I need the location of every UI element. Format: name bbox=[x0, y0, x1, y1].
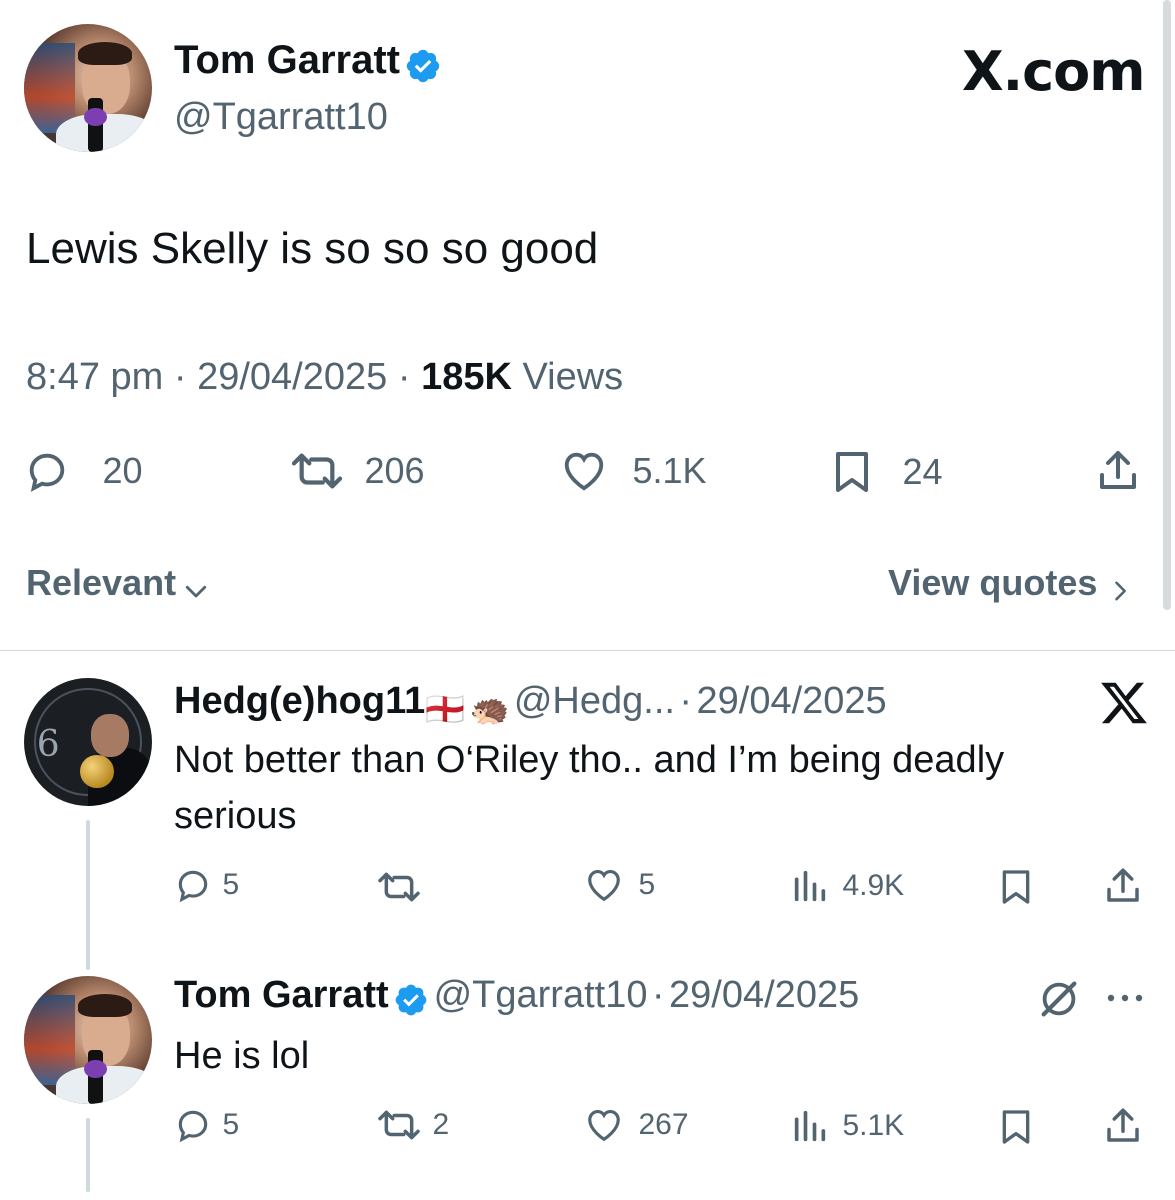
tweet-time[interactable]: 8:47 pm bbox=[26, 356, 163, 398]
england-flag: 🏴󠁧󠁢󠁥󠁮󠁧󠁿 bbox=[425, 690, 466, 727]
views-count: 185K bbox=[421, 356, 512, 398]
repost-count: 206 bbox=[364, 450, 425, 491]
bookmark-count: 24 bbox=[902, 451, 943, 492]
heart-icon bbox=[582, 866, 626, 904]
reply-count: 5 bbox=[222, 1108, 240, 1141]
repost-icon bbox=[288, 448, 346, 494]
author-avatar[interactable] bbox=[24, 24, 152, 152]
bookmark-icon bbox=[996, 866, 1036, 908]
separator: · bbox=[173, 356, 187, 398]
like-count: 267 bbox=[638, 1108, 689, 1141]
reply-author-handle[interactable]: @Tgarratt10 bbox=[434, 974, 648, 1016]
heart-icon bbox=[582, 1106, 626, 1144]
like-button[interactable]: 267 bbox=[582, 1106, 689, 1144]
reply-count: 5 bbox=[222, 868, 240, 901]
view-quotes-link[interactable]: View quotes bbox=[888, 562, 1134, 606]
bookmark-icon bbox=[996, 1106, 1036, 1148]
repost-icon bbox=[374, 868, 424, 906]
share-button[interactable] bbox=[1102, 864, 1144, 908]
repost-count: 2 bbox=[432, 1108, 450, 1141]
reply-author-name[interactable]: Hedg(e)hog11 bbox=[174, 680, 425, 722]
share-button[interactable] bbox=[1094, 446, 1142, 496]
reply-count: 20 bbox=[102, 450, 143, 491]
reply-author-handle[interactable]: @Hedg... bbox=[514, 680, 675, 722]
thread-line bbox=[86, 1118, 90, 1192]
tweet-meta: 8:47 pm · 29/04/2025 · 185K Views bbox=[26, 356, 623, 399]
scrollbar[interactable] bbox=[1163, 0, 1171, 610]
separator: · bbox=[397, 356, 411, 398]
reply-text: He is lol bbox=[174, 1035, 310, 1077]
bookmark-button[interactable]: 24 bbox=[828, 448, 943, 496]
share-icon bbox=[1102, 1104, 1144, 1148]
views-icon bbox=[790, 1106, 830, 1146]
reply-avatar[interactable] bbox=[24, 976, 152, 1104]
reply-icon bbox=[174, 1106, 212, 1144]
sort-label: Relevant bbox=[26, 562, 177, 603]
reply-text: Not better than O‘Riley tho.. and I’m be… bbox=[174, 739, 1005, 837]
reply-button[interactable]: 5 bbox=[174, 1106, 239, 1144]
divider bbox=[0, 650, 1175, 651]
share-button[interactable] bbox=[1102, 1104, 1144, 1148]
tweet-text: Lewis Skelly is so so so good bbox=[26, 224, 599, 273]
reply-avatar[interactable]: 6 bbox=[24, 678, 152, 806]
share-icon bbox=[1094, 446, 1142, 496]
views-button[interactable]: 4.9K bbox=[790, 866, 904, 906]
repost-button[interactable]: 206 bbox=[288, 448, 425, 494]
repost-button[interactable] bbox=[374, 868, 424, 906]
sort-dropdown[interactable]: Relevant bbox=[26, 562, 211, 606]
like-count: 5.1K bbox=[632, 450, 707, 491]
like-count: 5 bbox=[638, 868, 656, 901]
x-logo-icon: X.com bbox=[962, 40, 1146, 103]
author-name[interactable]: Tom Garratt bbox=[174, 38, 400, 82]
separator: · bbox=[651, 974, 665, 1016]
reply-date[interactable]: 29/04/2025 bbox=[697, 680, 887, 722]
chevron-down-icon bbox=[181, 576, 211, 606]
hedgehog-emoji: 🦔 bbox=[469, 690, 510, 727]
chevron-right-icon bbox=[1106, 576, 1134, 606]
views-button[interactable]: 5.1K bbox=[790, 1106, 904, 1146]
thread-line bbox=[86, 820, 90, 970]
like-button[interactable]: 5 bbox=[582, 866, 655, 904]
views-label: Views bbox=[522, 356, 624, 398]
more-icon[interactable] bbox=[1104, 990, 1146, 1011]
verified-badge-icon bbox=[393, 982, 429, 1023]
reply-button[interactable]: 5 bbox=[174, 866, 239, 904]
views-icon bbox=[790, 866, 830, 906]
views-count: 4.9K bbox=[842, 869, 905, 902]
reply-author-name[interactable]: Tom Garratt bbox=[174, 974, 389, 1016]
tweet-date[interactable]: 29/04/2025 bbox=[197, 356, 387, 398]
reply-icon bbox=[24, 448, 70, 494]
reply-date[interactable]: 29/04/2025 bbox=[669, 974, 859, 1016]
reply-button[interactable]: 20 bbox=[24, 448, 143, 494]
bookmark-icon bbox=[828, 448, 876, 496]
bookmark-button[interactable] bbox=[996, 866, 1036, 908]
reply-header: Hedg(e)hog11🏴󠁧󠁢󠁥󠁮󠁧󠁿 🦔 @Hedg... · 29/04/2… bbox=[174, 680, 887, 728]
separator: · bbox=[679, 680, 693, 722]
grok-icon[interactable] bbox=[1036, 976, 1082, 1027]
share-icon bbox=[1102, 864, 1144, 908]
views-count: 5.1K bbox=[842, 1109, 905, 1142]
heart-icon bbox=[558, 448, 610, 494]
verified-badge-icon bbox=[404, 47, 442, 90]
like-button[interactable]: 5.1K bbox=[558, 448, 707, 494]
author-handle[interactable]: @Tgarratt10 bbox=[174, 96, 388, 139]
reply-header: Tom Garratt @Tgarratt10 · 29/04/2025 bbox=[174, 974, 859, 1023]
view-quotes-label: View quotes bbox=[888, 562, 1098, 603]
bookmark-button[interactable] bbox=[996, 1106, 1036, 1148]
reply-icon bbox=[174, 866, 212, 904]
repost-button[interactable]: 2 bbox=[374, 1106, 449, 1144]
x-logo-icon bbox=[1098, 678, 1150, 733]
repost-icon bbox=[374, 1106, 424, 1144]
